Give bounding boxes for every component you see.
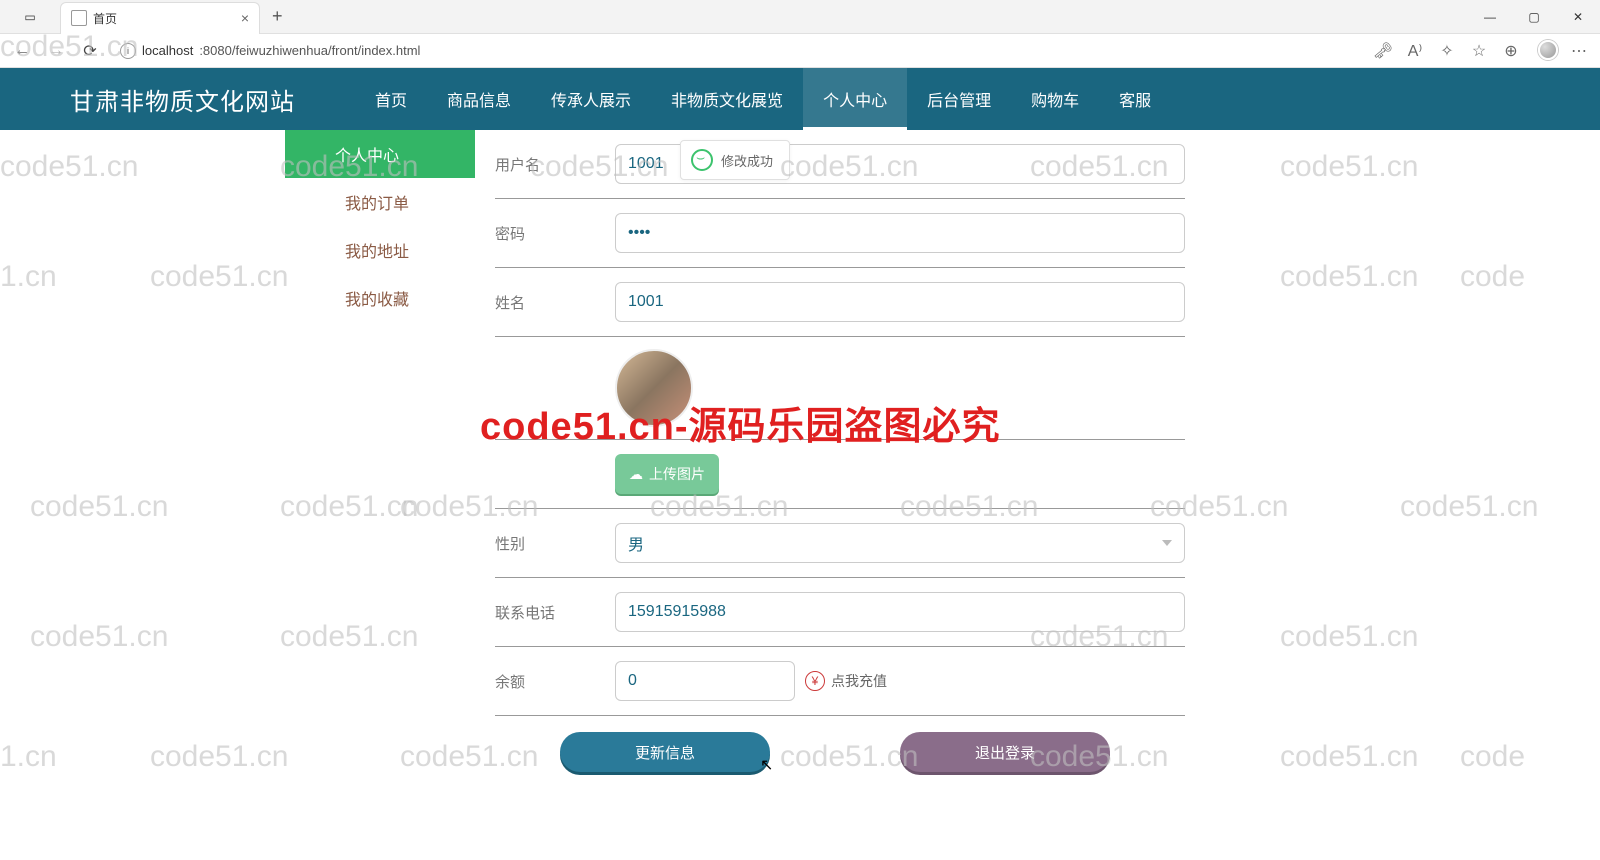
menu-icon[interactable]: ⋯ [1568,40,1590,62]
nav-items: 首页 商品信息 传承人展示 非物质文化展览 个人中心 后台管理 购物车 客服 [355,68,1171,130]
url-host: localhost [142,43,193,58]
balance-label: 余额 [495,671,615,692]
nav-cart[interactable]: 购物车 [1011,68,1099,130]
gender-select[interactable]: 男 [615,523,1185,563]
recharge-text: 点我充值 [831,671,887,691]
update-button[interactable]: 更新信息 [560,732,770,772]
password-label: 密码 [495,223,615,244]
nav-products[interactable]: 商品信息 [427,68,531,130]
tab-actions-icon[interactable]: ▭ [8,0,52,34]
password-input[interactable] [615,213,1185,253]
sidebar-item-orders[interactable]: 我的订单 [285,178,475,226]
sidebar-item-address[interactable]: 我的地址 [285,226,475,274]
yen-icon: ¥ [805,671,825,691]
chevron-down-icon [1162,540,1172,546]
minimize-button[interactable]: — [1468,0,1512,34]
favorites-icon[interactable]: ☆ [1468,40,1490,62]
balance-input[interactable] [615,661,795,701]
upload-image-button[interactable]: ☁ 上传图片 [615,454,719,494]
close-tab-icon[interactable]: × [241,10,249,26]
url-path: :8080/feiwuzhiwenhua/front/index.html [199,43,420,58]
avatar-image[interactable] [615,349,693,427]
sidebar: 个人中心 我的订单 我的地址 我的收藏 [285,130,475,772]
sidebar-item-favorites[interactable]: 我的收藏 [285,274,475,322]
browser-tab-strip: ▭ 首页 × + — ▢ ✕ [0,0,1600,34]
back-button[interactable]: ← [10,39,34,63]
name-input[interactable] [615,282,1185,322]
nav-admin[interactable]: 后台管理 [907,68,1011,130]
phone-input[interactable] [615,592,1185,632]
key-icon[interactable]: 🗝 [1372,40,1394,62]
sidebar-item-profile[interactable]: 个人中心 [285,130,475,178]
tab-title: 首页 [93,10,117,27]
refresh-button[interactable]: ⟳ [78,39,102,63]
nav-service[interactable]: 客服 [1099,68,1171,130]
gender-value: 男 [628,531,644,555]
recharge-link[interactable]: ¥ 点我充值 [805,671,887,691]
smile-icon [691,149,713,171]
nav-inheritors[interactable]: 传承人展示 [531,68,651,130]
gender-label: 性别 [495,533,615,554]
browser-toolbar: ← → ⟳ i localhost :8080/feiwuzhiwenhua/fr… [0,34,1600,68]
site-brand: 甘肃非物质文化网站 [70,82,295,117]
collections-icon[interactable]: ⊕ [1500,40,1522,62]
read-aloud-icon[interactable]: A⁾ [1404,40,1426,62]
cloud-upload-icon: ☁ [629,466,643,483]
profile-avatar[interactable] [1538,40,1558,60]
nav-personal-center[interactable]: 个人中心 [803,68,907,130]
new-tab-button[interactable]: + [266,6,289,27]
star-icon[interactable]: ✧ [1436,40,1458,62]
close-window-button[interactable]: ✕ [1556,0,1600,34]
name-label: 姓名 [495,292,615,313]
success-toast: 修改成功 [680,140,790,180]
profile-form: 用户名 密码 姓名 ☁ 上传图片 性别 男 联系电话 [495,130,1185,772]
address-bar[interactable]: i localhost :8080/feiwuzhiwenhua/front/in… [112,43,1362,59]
nav-home[interactable]: 首页 [355,68,427,130]
avatar-row [495,337,1185,440]
browser-tab[interactable]: 首页 × [60,2,260,34]
phone-label: 联系电话 [495,602,615,623]
maximize-button[interactable]: ▢ [1512,0,1556,34]
nav-exhibition[interactable]: 非物质文化展览 [651,68,803,130]
logout-button[interactable]: 退出登录 [900,732,1110,772]
cursor-icon: ↖ [760,755,773,775]
forward-button[interactable]: → [44,39,68,63]
site-info-icon[interactable]: i [120,43,136,59]
site-topnav: 甘肃非物质文化网站 首页 商品信息 传承人展示 非物质文化展览 个人中心 后台管… [0,68,1600,130]
page-icon [71,10,87,26]
username-label: 用户名 [495,154,615,175]
toast-text: 修改成功 [721,151,773,170]
upload-button-label: 上传图片 [649,464,705,484]
